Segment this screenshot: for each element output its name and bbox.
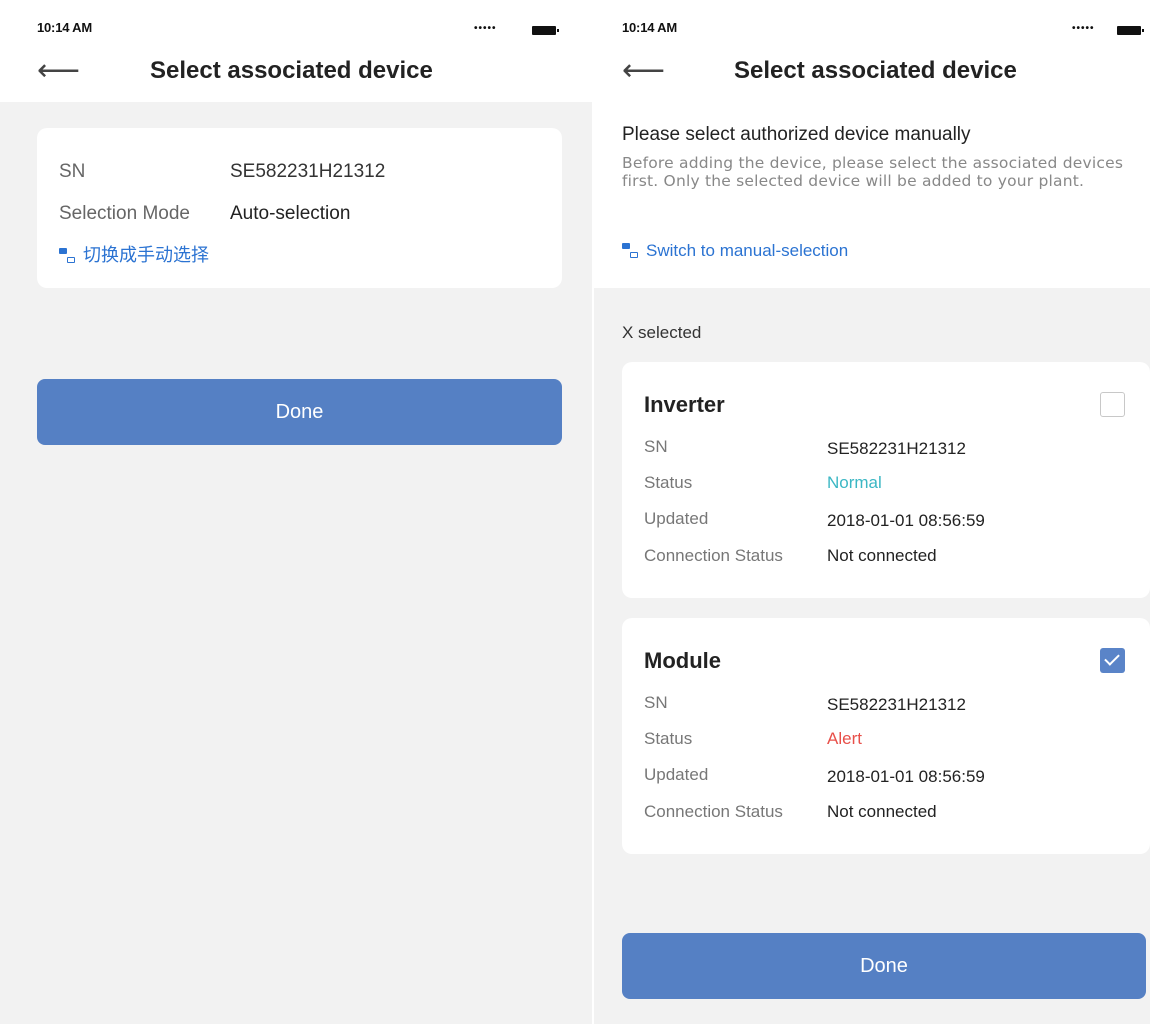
device-checkbox[interactable]: [1100, 648, 1125, 673]
battery-icon: [532, 26, 559, 35]
signal-icon: •••••: [474, 23, 497, 34]
status-label: Status: [644, 729, 693, 748]
status-value: Normal: [827, 473, 882, 492]
top-bar: 10:14 AM ••••• ⟵ Select associated devic…: [0, 0, 594, 102]
device-card-module[interactable]: Module SN SE582231H21312 Status Alert Up…: [622, 618, 1150, 854]
back-arrow-icon[interactable]: ⟵: [37, 56, 80, 86]
manual-info-panel: Please select authorized device manually…: [594, 102, 1150, 288]
page-title: Select associated device: [734, 57, 1017, 84]
switch-to-manual-link[interactable]: Switch to manual-selection: [622, 241, 848, 261]
status-value: Alert: [827, 729, 862, 748]
updated-label: Updated: [644, 765, 709, 784]
back-arrow-icon[interactable]: ⟵: [622, 56, 665, 86]
switch-icon: [59, 248, 75, 263]
device-info-card: SN SE582231H21312 Selection Mode Auto-se…: [37, 128, 562, 288]
manual-selection-screen: 10:14 AM ••••• ⟵ Select associated devic…: [594, 0, 1150, 1024]
device-card-inverter[interactable]: Inverter SN SE582231H21312 Status Normal…: [622, 362, 1150, 598]
connection-status-value: Not connected: [827, 802, 937, 821]
sn-value: SE582231H21312: [827, 439, 966, 458]
sn-label: SN: [644, 693, 668, 712]
updated-value: 2018-01-01 08:56:59: [827, 767, 985, 786]
switch-icon: [622, 243, 638, 258]
selection-mode-label: Selection Mode: [59, 203, 190, 224]
connection-status-value: Not connected: [827, 546, 937, 565]
auto-selection-screen: 10:14 AM ••••• ⟵ Select associated devic…: [0, 0, 594, 1024]
device-name: Module: [644, 648, 721, 673]
info-title: Please select authorized device manually: [622, 124, 971, 145]
connection-status-label: Connection Status: [644, 546, 783, 565]
selection-mode-value: Auto-selection: [230, 203, 351, 224]
status-label: Status: [644, 473, 693, 492]
info-description: Before adding the device, please select …: [622, 154, 1124, 190]
sn-label: SN: [644, 437, 668, 456]
page-title: Select associated device: [150, 57, 433, 84]
connection-status-label: Connection Status: [644, 802, 783, 821]
switch-link-label: 切换成手动选择: [83, 245, 209, 265]
done-button[interactable]: Done: [622, 933, 1146, 999]
top-bar: 10:14 AM ••••• ⟵ Select associated devic…: [594, 0, 1150, 102]
sn-value: SE582231H21312: [827, 695, 966, 714]
status-time: 10:14 AM: [37, 20, 92, 35]
done-button[interactable]: Done: [37, 379, 562, 445]
switch-to-manual-link[interactable]: 切换成手动选择: [59, 241, 209, 267]
updated-label: Updated: [644, 509, 709, 528]
status-time: 10:14 AM: [622, 20, 677, 35]
sn-value: SE582231H21312: [230, 161, 386, 182]
updated-value: 2018-01-01 08:56:59: [827, 511, 985, 530]
device-name: Inverter: [644, 392, 725, 417]
selected-count: X selected: [622, 323, 702, 342]
signal-icon: •••••: [1072, 23, 1095, 34]
sn-label: SN: [59, 161, 86, 182]
battery-icon: [1117, 26, 1144, 35]
device-checkbox[interactable]: [1100, 392, 1125, 417]
switch-link-label: Switch to manual-selection: [646, 241, 849, 260]
